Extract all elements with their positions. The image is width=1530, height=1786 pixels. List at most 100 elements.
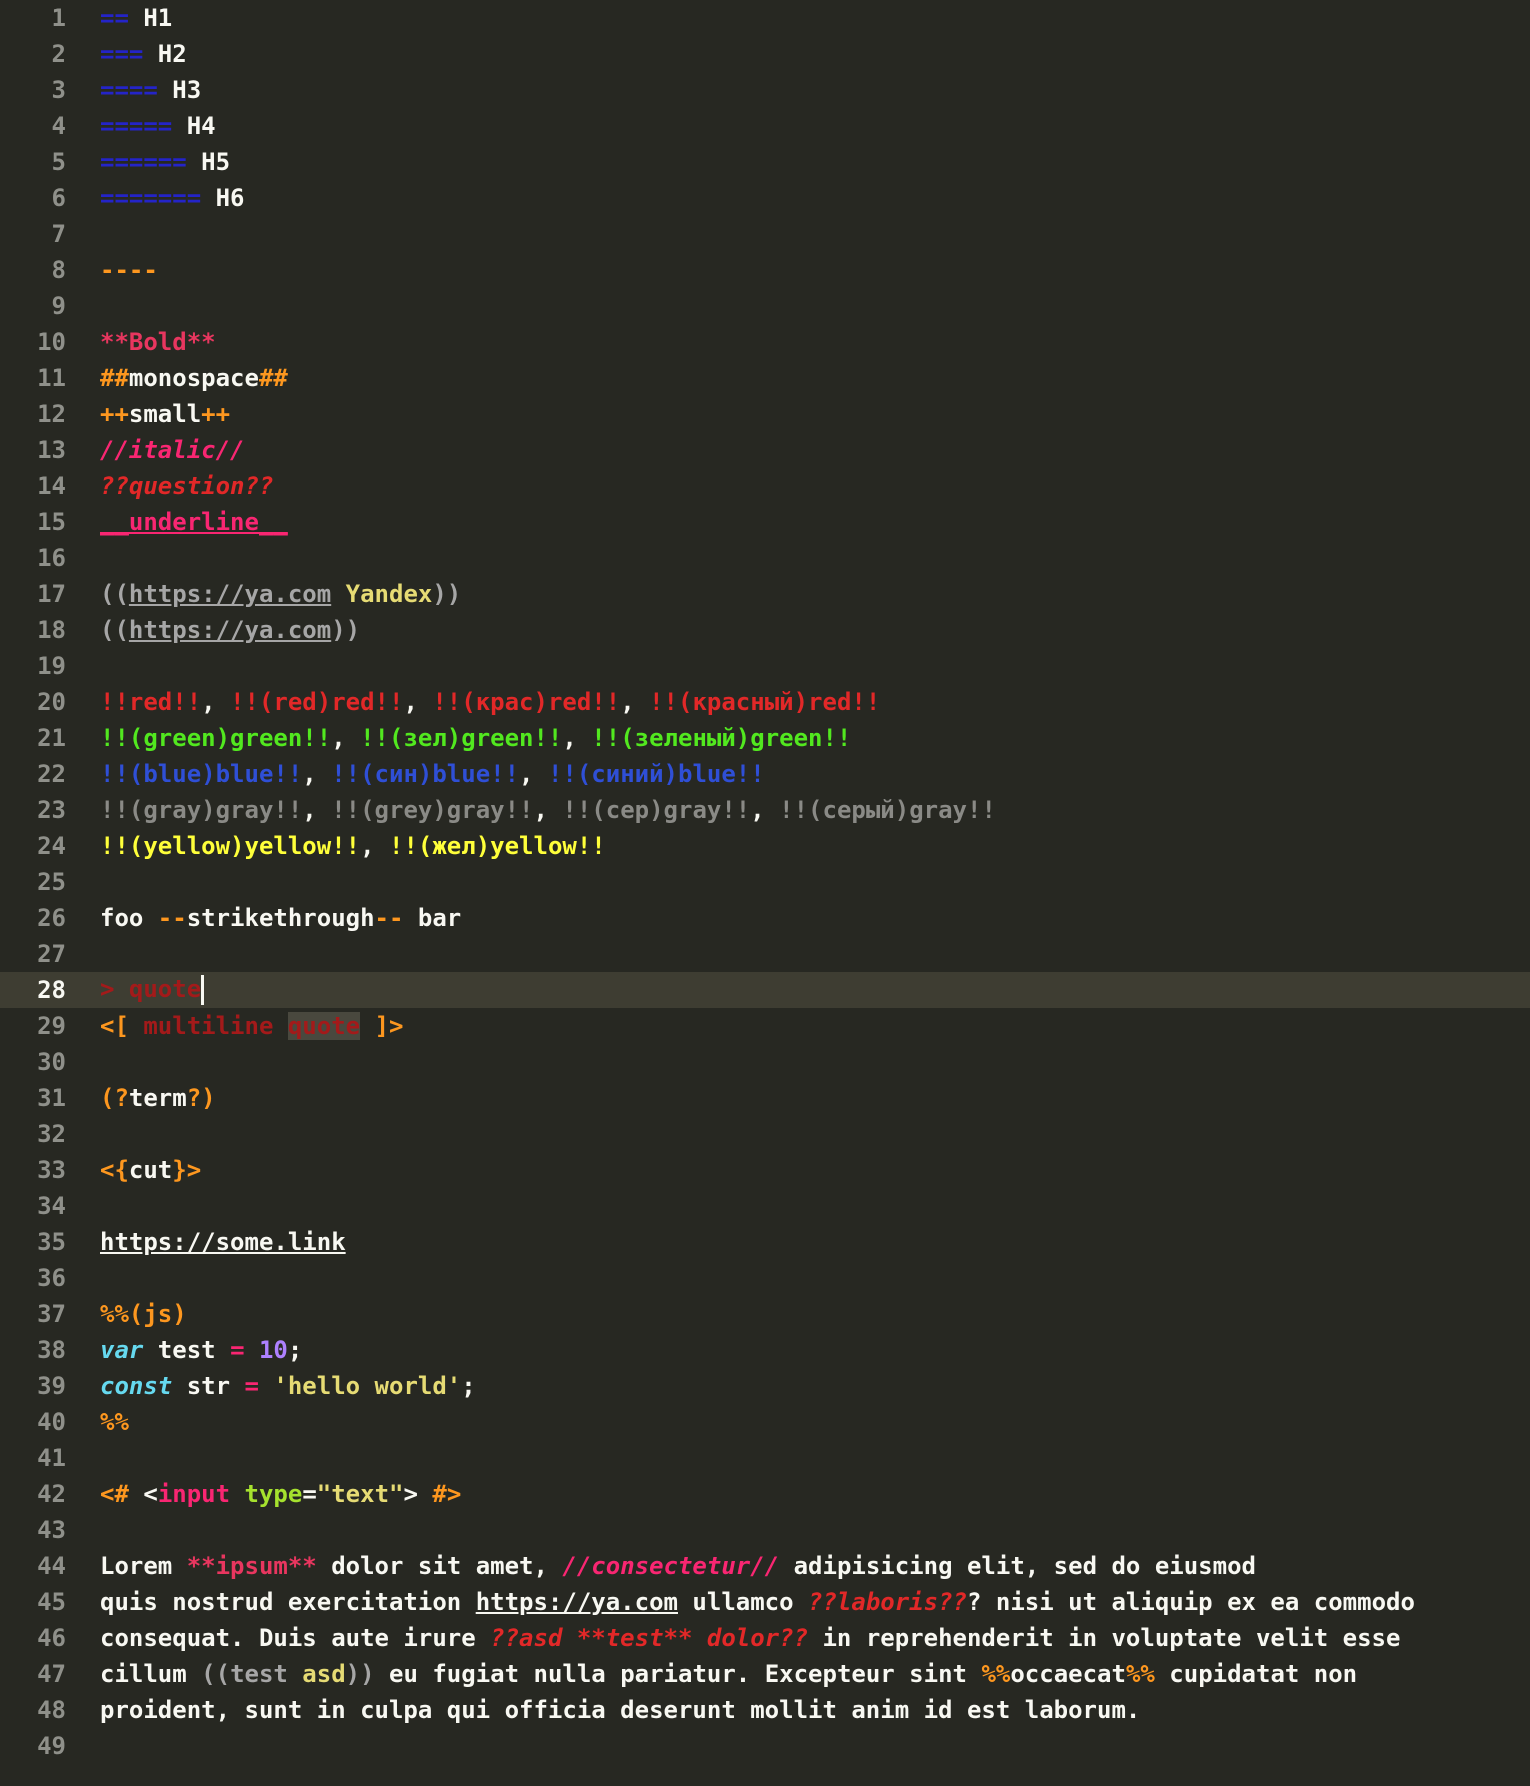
editor-line[interactable]: 16 [0,540,1530,576]
code-token: ullamco [677,1588,809,1616]
code-token: test [143,1336,231,1364]
editor-line[interactable]: 44 Lorem **ipsum** dolor sit amet, //cons… [0,1548,1530,1584]
code-token: !!(жел)yellow!! [389,832,606,860]
editor-line[interactable]: 35 https://some.link [0,1224,1530,1260]
editor-line[interactable]: 21 !!(green)green!!, !!(зел)green!!, !!(з… [0,720,1530,756]
code-token: H2 [143,40,187,68]
code-token: )) [345,1660,375,1688]
line-content: ==== H3 [100,76,201,104]
editor-line[interactable]: 12 ++small++ [0,396,1530,432]
line-number: 32 [37,1120,66,1148]
editor-line[interactable]: 46 consequat. Duis aute irure ??asd **tes… [0,1620,1530,1656]
editor-line[interactable]: 48 proident, sunt in culpa qui officia de… [0,1692,1530,1728]
line-number: 37 [37,1300,66,1328]
editor-line[interactable]: 18 ((https://ya.com)) [0,612,1530,648]
editor-line[interactable]: 39 const str = 'hello world'; [0,1368,1530,1404]
editor-line[interactable]: 29 <[ multiline quote ]> [0,1008,1530,1044]
editor-line[interactable]: 15 __underline__ [0,504,1530,540]
line-number: 4 [51,112,66,140]
code-token: !!(син)blue!! [331,760,520,788]
line-content: Lorem **ipsum** dolor sit amet, //consec… [100,1552,1256,1580]
code-token: (( [100,616,129,644]
editor-line[interactable]: 10 **Bold** [0,324,1530,360]
code-token: !!(синий)blue!! [547,760,765,788]
code-token: ]> [374,1012,404,1040]
code-token: ?) [186,1084,216,1112]
line-number: 12 [37,400,66,428]
editor-line[interactable]: 8 ---- [0,252,1530,288]
editor-line[interactable]: 31 (?term?) [0,1080,1530,1116]
line-number: 7 [51,220,66,248]
editor-line[interactable]: 27 [0,936,1530,972]
code-token: ---- [100,256,158,284]
line-number: 23 [37,796,66,824]
code-token: cupidatat non [1154,1660,1358,1688]
code-token: "text" [316,1480,404,1508]
editor-line[interactable]: 1 == H1 [0,0,1530,36]
editor-line[interactable]: 42 <# <input type="text"> #> [0,1476,1530,1512]
line-number: 20 [37,688,66,716]
editor-line[interactable]: 43 [0,1512,1530,1548]
editor-line[interactable]: 33 <{cut}> [0,1152,1530,1188]
code-token: asd [287,1660,346,1688]
editor-line[interactable]: 47 cillum ((test asd)) eu fugiat nulla pa… [0,1656,1530,1692]
code-token: !!(крас)red!! [432,688,621,716]
code-token: = [302,1480,317,1508]
code-editor[interactable]: 1 == H1 2 === H2 3 ==== H3 4 ===== H4 5 ====== H5… [0,0,1530,1786]
editor-line[interactable]: 41 [0,1440,1530,1476]
editor-line[interactable]: 11 ##monospace## [0,360,1530,396]
code-token: !!(blue)blue!! [100,760,303,788]
editor-line[interactable]: 25 [0,864,1530,900]
code-token: cut [128,1156,173,1184]
line-content: ##monospace## [100,364,288,392]
editor-line[interactable]: 37 %%(js) [0,1296,1530,1332]
editor-line[interactable]: 13 //italic// [0,432,1530,468]
line-number: 40 [37,1408,66,1436]
line-number: 39 [37,1372,66,1400]
editor-line[interactable]: 28 > quote [0,972,1530,1008]
code-token: , [562,724,592,752]
editor-line[interactable]: 17 ((https://ya.com Yandex)) [0,576,1530,612]
line-number: 33 [37,1156,66,1184]
code-token: str [172,1372,245,1400]
editor-line[interactable]: 23 !!(gray)gray!!, !!(grey)gray!!, !!(сер… [0,792,1530,828]
editor-line[interactable]: 7 [0,216,1530,252]
line-content: === H2 [100,40,187,68]
editor-line[interactable]: 5 ====== H5 [0,144,1530,180]
editor-line[interactable]: 3 ==== H3 [0,72,1530,108]
editor-line[interactable]: 34 [0,1188,1530,1224]
code-token: == [100,4,129,32]
code-token: quote [287,1012,361,1040]
editor-line[interactable]: 32 [0,1116,1530,1152]
line-number: 18 [37,616,66,644]
editor-line[interactable]: 4 ===== H4 [0,108,1530,144]
editor-line[interactable]: 26 foo --strikethrough-- bar [0,900,1530,936]
editor-line[interactable]: 2 === H2 [0,36,1530,72]
editor-line[interactable]: 22 !!(blue)blue!!, !!(син)blue!!, !!(сини… [0,756,1530,792]
editor-line[interactable]: 30 [0,1044,1530,1080]
code-token: var [100,1336,144,1364]
editor-line[interactable]: 38 var test = 10; [0,1332,1530,1368]
editor-line[interactable]: 20 !!red!!, !!(red)red!!, !!(крас)red!!, … [0,684,1530,720]
code-token: !!(green)green!! [100,724,332,752]
line-content: ??question?? [100,472,273,500]
code-token: monospace [128,364,259,392]
line-number: 28 [37,976,66,1004]
editor-line[interactable]: 36 [0,1260,1530,1296]
editor-line[interactable]: 9 [0,288,1530,324]
editor-line[interactable]: 6 ======= H6 [0,180,1530,216]
line-number: 36 [37,1264,66,1292]
editor-line[interactable]: 19 [0,648,1530,684]
editor-line[interactable]: 45 quis nostrud exercitation https://ya.c… [0,1584,1530,1620]
line-content: cillum ((test asd)) eu fugiat nulla pari… [100,1660,1357,1688]
editor-line[interactable]: 14 ??question?? [0,468,1530,504]
editor-line[interactable]: 49 [0,1728,1530,1764]
code-token: Yandex [345,580,433,608]
code-token: ## [100,364,129,392]
code-token: H3 [157,76,202,104]
editor-line[interactable]: 40%% [0,1404,1530,1440]
editor-line[interactable]: 24 !!(yellow)yellow!!, !!(жел)yellow!! [0,828,1530,864]
